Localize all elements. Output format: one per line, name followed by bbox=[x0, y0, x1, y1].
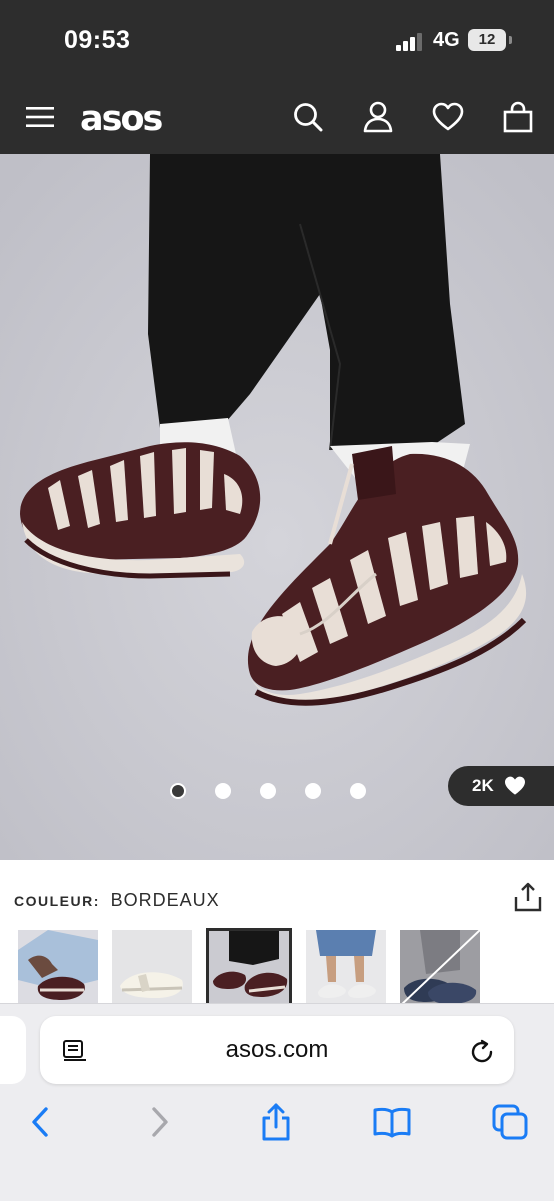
account-icon[interactable] bbox=[358, 80, 398, 154]
battery-cap bbox=[509, 36, 512, 44]
asos-logo[interactable]: asos bbox=[80, 99, 163, 139]
clock: 09:53 bbox=[64, 26, 131, 54]
likes-count: 2K bbox=[472, 776, 494, 795]
swatch-thumb-1[interactable] bbox=[18, 930, 98, 1006]
colour-value: BORDEAUX bbox=[110, 890, 220, 910]
swatch-image bbox=[18, 930, 98, 1006]
forward-button[interactable] bbox=[138, 1100, 182, 1144]
book-icon bbox=[373, 1107, 411, 1138]
reader-mode-icon[interactable] bbox=[62, 1038, 88, 1064]
swatch-image bbox=[400, 930, 480, 1006]
heart-icon[interactable] bbox=[428, 80, 468, 154]
pagination-dot-5[interactable] bbox=[350, 783, 366, 799]
swatch-thumb-3[interactable] bbox=[206, 928, 292, 1006]
colour-label: COULEUR: bbox=[14, 893, 100, 909]
tabs-button[interactable] bbox=[488, 1100, 532, 1144]
gallery-pagination bbox=[170, 783, 366, 799]
product-photo bbox=[0, 154, 554, 860]
swatch-image bbox=[112, 930, 192, 1006]
heart-filled-icon bbox=[504, 776, 525, 795]
bookmarks-button[interactable] bbox=[370, 1100, 414, 1144]
chevron-right-icon bbox=[152, 1107, 168, 1137]
pagination-dot-4[interactable] bbox=[305, 783, 321, 799]
menu-icon[interactable] bbox=[20, 80, 60, 154]
swatch-thumb-2[interactable] bbox=[112, 930, 192, 1006]
status-bar: 09:53 4G 12 bbox=[0, 0, 554, 80]
swatch-image bbox=[209, 931, 289, 1003]
back-button[interactable] bbox=[18, 1100, 62, 1144]
likes-button[interactable]: 2K bbox=[448, 766, 554, 806]
top-navbar: asos bbox=[0, 80, 554, 154]
pagination-dot-1[interactable] bbox=[170, 783, 186, 799]
swatch-thumb-4[interactable] bbox=[306, 930, 386, 1006]
swatch-image bbox=[306, 930, 386, 1006]
network-label: 4G bbox=[433, 29, 460, 51]
share-icon[interactable] bbox=[512, 881, 544, 913]
pagination-dot-3[interactable] bbox=[260, 783, 276, 799]
chevron-left-icon bbox=[32, 1107, 48, 1137]
colour-swatches bbox=[18, 928, 480, 1006]
share-button[interactable] bbox=[254, 1100, 298, 1144]
signal-icon bbox=[396, 33, 422, 51]
colour-row: COULEUR: BORDEAUX bbox=[14, 890, 220, 911]
reload-icon[interactable] bbox=[468, 1038, 496, 1066]
search-icon[interactable] bbox=[288, 80, 328, 154]
pagination-dot-2[interactable] bbox=[215, 783, 231, 799]
tabs-icon bbox=[492, 1104, 528, 1140]
share-icon bbox=[262, 1103, 290, 1141]
bag-icon[interactable] bbox=[498, 80, 538, 154]
battery-icon: 12 bbox=[468, 29, 506, 51]
swatch-thumb-5[interactable] bbox=[400, 930, 480, 1006]
product-image[interactable] bbox=[0, 154, 554, 860]
